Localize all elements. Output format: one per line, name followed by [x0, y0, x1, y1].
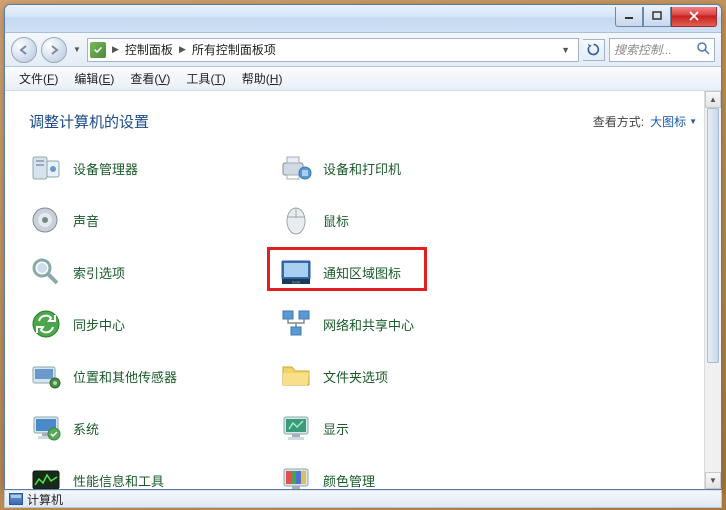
item-label: 鼠标 — [323, 211, 349, 230]
menu-help[interactable]: 帮助(H) — [234, 68, 291, 89]
address-dropdown-icon[interactable]: ▼ — [559, 45, 572, 55]
content-area: 调整计算机的设置 查看方式: 大图标▼ 设备管理器 — [5, 91, 721, 489]
item-label: 声音 — [73, 211, 99, 230]
navbar: ▼ ▶ 控制面板 ▶ 所有控制面板项 ▼ 搜索控制... — [5, 33, 721, 67]
item-system[interactable]: 系统 — [29, 410, 279, 446]
scroll-down-button[interactable]: ▼ — [705, 472, 721, 489]
breadcrumb-1[interactable]: 控制面板 — [121, 41, 177, 58]
view-by-dropdown[interactable]: 大图标▼ — [650, 113, 697, 130]
control-panel-items: 设备管理器 设备和打印机 声音 — [29, 150, 697, 489]
vertical-scrollbar[interactable]: ▲ ▼ — [704, 91, 721, 489]
nav-history-dropdown[interactable]: ▼ — [71, 45, 83, 54]
location-sensors-icon — [29, 359, 63, 393]
item-label: 系统 — [73, 419, 99, 438]
item-location-sensors[interactable]: 位置和其他传感器 — [29, 358, 279, 394]
view-by-label: 查看方式: — [593, 113, 644, 130]
crumb-sep-icon[interactable]: ▶ — [177, 44, 188, 55]
item-display[interactable]: 显示 — [279, 410, 529, 446]
item-label: 性能信息和工具 — [73, 471, 164, 490]
item-label: 文件夹选项 — [323, 367, 388, 386]
network-sharing-icon — [279, 307, 313, 341]
item-label: 同步中心 — [73, 315, 125, 334]
item-indexing-options[interactable]: 索引选项 — [29, 254, 279, 290]
item-label: 通知区域图标 — [323, 263, 401, 282]
page-heading: 调整计算机的设置 — [29, 111, 149, 132]
scroll-up-button[interactable]: ▲ — [705, 91, 721, 108]
item-mouse[interactable]: 鼠标 — [279, 202, 529, 238]
item-network-sharing-center[interactable]: 网络和共享中心 — [279, 306, 529, 342]
sync-center-icon — [29, 307, 63, 341]
menu-file[interactable]: 文件(F) — [11, 68, 66, 89]
item-folder-options[interactable]: 文件夹选项 — [279, 358, 529, 394]
item-label: 显示 — [323, 419, 349, 438]
titlebar[interactable] — [5, 5, 721, 33]
mouse-icon — [279, 203, 313, 237]
window-controls — [615, 7, 717, 27]
item-devices-printers[interactable]: 设备和打印机 — [279, 150, 529, 186]
display-icon — [279, 411, 313, 445]
item-label: 位置和其他传感器 — [73, 367, 177, 386]
breadcrumb-2[interactable]: 所有控制面板项 — [188, 41, 280, 58]
performance-icon — [29, 463, 63, 489]
scroll-thumb[interactable] — [707, 108, 719, 363]
devices-printers-icon — [279, 151, 313, 185]
sound-icon — [29, 203, 63, 237]
item-performance-info[interactable]: 性能信息和工具 — [29, 462, 279, 489]
item-label: 网络和共享中心 — [323, 315, 414, 334]
menu-view[interactable]: 查看(V) — [122, 68, 178, 89]
indexing-icon — [29, 255, 63, 289]
computer-icon — [9, 493, 23, 505]
view-by: 查看方式: 大图标▼ — [593, 113, 697, 130]
status-text: 计算机 — [27, 491, 63, 508]
address-bar[interactable]: ▶ 控制面板 ▶ 所有控制面板项 ▼ — [87, 38, 579, 62]
notification-area-icon: 0:00 — [279, 255, 313, 289]
statusbar: 计算机 — [4, 490, 722, 508]
device-manager-icon — [29, 151, 63, 185]
back-button[interactable] — [11, 37, 37, 63]
menubar: 文件(F) 编辑(E) 查看(V) 工具(T) 帮助(H) — [5, 67, 721, 91]
folder-options-icon — [279, 359, 313, 393]
crumb-sep-icon[interactable]: ▶ — [110, 44, 121, 55]
item-notification-area-icons[interactable]: 0:00 通知区域图标 — [279, 254, 529, 290]
refresh-button[interactable] — [583, 39, 605, 61]
item-sound[interactable]: 声音 — [29, 202, 279, 238]
menu-edit[interactable]: 编辑(E) — [66, 68, 122, 89]
menu-tools[interactable]: 工具(T) — [178, 68, 233, 89]
search-icon[interactable] — [696, 41, 710, 58]
item-label: 索引选项 — [73, 263, 125, 282]
item-color-management[interactable]: 颜色管理 — [279, 462, 529, 489]
scroll-track[interactable] — [705, 108, 721, 472]
color-management-icon — [279, 463, 313, 489]
forward-button[interactable] — [41, 37, 67, 63]
close-button[interactable] — [671, 7, 717, 27]
system-icon — [29, 411, 63, 445]
chevron-down-icon: ▼ — [689, 117, 697, 126]
maximize-button[interactable] — [643, 7, 671, 27]
item-device-manager[interactable]: 设备管理器 — [29, 150, 279, 186]
item-label: 设备管理器 — [73, 159, 138, 178]
item-label: 设备和打印机 — [323, 159, 401, 178]
minimize-button[interactable] — [615, 7, 643, 27]
item-label: 颜色管理 — [323, 471, 375, 490]
search-box[interactable]: 搜索控制... — [609, 38, 715, 62]
item-sync-center[interactable]: 同步中心 — [29, 306, 279, 342]
search-placeholder: 搜索控制... — [614, 41, 672, 58]
svg-text:0:00: 0:00 — [292, 280, 301, 285]
control-panel-icon — [90, 42, 106, 58]
window-frame: ▼ ▶ 控制面板 ▶ 所有控制面板项 ▼ 搜索控制... 文件(F) 编辑(E)… — [4, 4, 722, 490]
